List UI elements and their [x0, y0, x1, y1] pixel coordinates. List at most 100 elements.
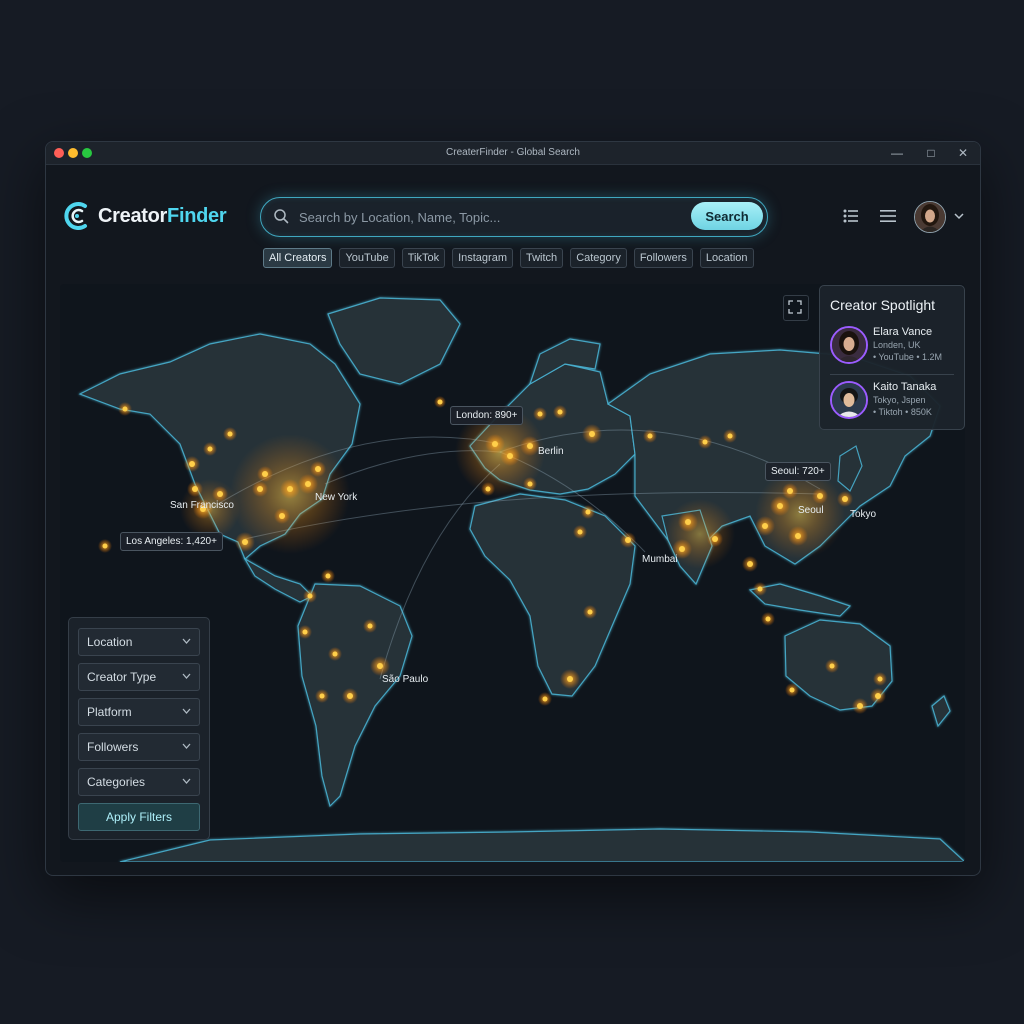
apply-filters-button[interactable]: Apply Filters	[78, 803, 200, 831]
location-pin-icon	[870, 688, 886, 704]
location-pin-icon	[223, 427, 237, 441]
location-pin-icon	[370, 656, 390, 676]
location-pin-icon	[533, 407, 547, 421]
filter-label: Platform	[87, 705, 132, 719]
africa	[469, 493, 636, 697]
close-icon[interactable]: ✕	[954, 145, 972, 161]
location-pin-icon	[560, 669, 580, 689]
brand-name: CreatorFinder	[98, 205, 227, 228]
location-pin-icon	[203, 442, 217, 456]
location-pin-icon	[315, 689, 329, 703]
creator-name: Kaito Tanaka	[873, 381, 937, 393]
location-pin-icon	[187, 481, 203, 497]
location-pin-icon	[825, 659, 839, 673]
location-pin-icon	[643, 429, 657, 443]
count-badge-seoul[interactable]: Seoul: 720+	[765, 462, 831, 481]
location-pin-icon	[434, 396, 446, 408]
location-pin-icon	[873, 672, 887, 686]
creator-avatar-icon	[832, 328, 866, 362]
city-label-sao-paulo: São Paulo	[382, 674, 429, 685]
location-pin-icon	[520, 436, 540, 456]
new-zealand	[931, 695, 951, 728]
location-pin-icon	[785, 683, 799, 697]
location-pin-icon	[342, 688, 358, 704]
filter-location-dropdown[interactable]: Location	[78, 628, 200, 656]
location-pin-icon	[782, 483, 798, 499]
chip-followers[interactable]: Followers	[633, 248, 693, 268]
location-pin-icon	[678, 512, 698, 532]
location-pin-icon	[280, 479, 300, 499]
location-pin-icon	[707, 531, 723, 547]
spotlight-divider	[830, 374, 954, 375]
user-avatar[interactable]	[914, 201, 946, 233]
chip-tiktok[interactable]: TikTok	[401, 248, 446, 268]
location-pin-icon	[581, 505, 595, 519]
chevron-down-icon	[182, 743, 191, 749]
list-view-icon[interactable]	[843, 209, 859, 223]
chip-all-creators[interactable]: All Creators	[263, 248, 333, 268]
app-window: CreaterFinder - Global Search — □ ✕ Crea…	[45, 141, 981, 876]
location-pin-icon	[582, 424, 602, 444]
location-pin-icon	[698, 435, 712, 449]
location-pin-icon	[303, 589, 317, 603]
user-avatar-icon	[915, 202, 945, 232]
chip-category[interactable]: Category	[570, 248, 627, 268]
filter-creator-type-dropdown[interactable]: Creator Type	[78, 663, 200, 691]
chevron-down-icon[interactable]	[954, 212, 964, 220]
creator-platform: • YouTube • 1.2M	[873, 352, 943, 362]
city-label-berlin: Berlin	[538, 446, 564, 457]
location-pin-icon	[755, 516, 775, 536]
location-pin-icon	[257, 466, 273, 482]
filter-label: Categories	[87, 775, 146, 789]
location-pin-icon	[252, 481, 268, 497]
search-button[interactable]: Search	[691, 202, 763, 230]
filter-platform-dropdown[interactable]: Platform	[78, 698, 200, 726]
creator-avatar	[830, 381, 868, 419]
location-pin-icon	[583, 605, 597, 619]
filter-categories-dropdown[interactable]: Categories	[78, 768, 200, 796]
chip-instagram[interactable]: Instagram	[452, 248, 513, 268]
creator-location: Londen, UK	[873, 340, 921, 350]
location-pin-icon	[118, 402, 132, 416]
city-label-tokyo: Tokyo	[850, 509, 877, 520]
spotlight-creator-card[interactable]: Kaito Tanaka Tokyo, Jspen • Tiktoh • 850…	[830, 381, 956, 425]
chevron-down-icon	[182, 638, 191, 644]
creatorfinder-logo-icon	[64, 202, 87, 230]
location-pin-icon	[235, 532, 255, 552]
chip-youtube[interactable]: YouTube	[339, 248, 395, 268]
count-badge-london[interactable]: London: 890+	[450, 406, 524, 425]
location-pin-icon	[770, 496, 790, 516]
filter-followers-dropdown[interactable]: Followers	[78, 733, 200, 761]
spotlight-title: Creator Spotlight	[830, 297, 936, 313]
brand-name-part1: Creator	[98, 205, 168, 227]
expand-map-button[interactable]	[783, 295, 809, 321]
central-america	[243, 557, 314, 603]
minimize-icon[interactable]: —	[888, 145, 906, 161]
location-pin-icon	[812, 488, 828, 504]
location-pin-icon	[523, 477, 537, 491]
city-label-mumbai: Mumbai	[642, 554, 678, 565]
location-pin-icon	[852, 698, 868, 714]
count-badge-los-angeles[interactable]: Los Angeles: 1,420+	[120, 532, 223, 551]
maximize-icon[interactable]: □	[922, 145, 940, 161]
location-pin-icon	[321, 569, 335, 583]
search-icon	[274, 209, 289, 224]
location-pin-icon	[328, 647, 342, 661]
greenland	[327, 297, 461, 385]
location-pin-icon	[573, 525, 587, 539]
chip-twitch[interactable]: Twitch	[520, 248, 564, 268]
location-pin-icon	[310, 461, 326, 477]
spotlight-creator-card[interactable]: Elara Vance Londen, UK • YouTube • 1.2M	[830, 326, 956, 370]
filter-label: Location	[87, 635, 133, 649]
hamburger-menu-icon[interactable]	[880, 209, 896, 223]
search-input[interactable]	[297, 198, 681, 236]
location-pin-icon	[481, 482, 495, 496]
location-pin-icon	[500, 446, 520, 466]
chip-location[interactable]: Location	[699, 248, 754, 268]
creator-name: Elara Vance	[873, 326, 933, 338]
city-label-new-york: New York	[315, 492, 358, 503]
location-pin-icon	[620, 532, 636, 548]
brand-name-part2: Finder	[167, 205, 227, 227]
creator-spotlight-panel: Creator Spotlight Elara Vance Londen, UK…	[819, 285, 965, 430]
title-bar: CreaterFinder - Global Search — □ ✕	[46, 142, 980, 165]
